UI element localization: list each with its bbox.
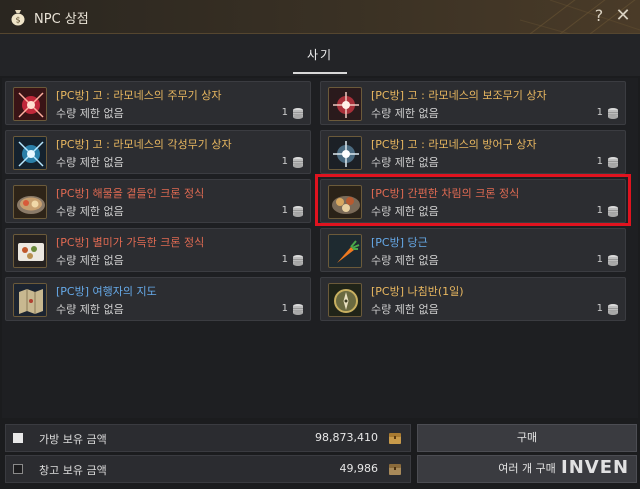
- coin-stack-icon: [293, 255, 303, 266]
- bag-funds-checkbox[interactable]: [13, 433, 23, 443]
- money-bag-icon: $: [11, 10, 25, 26]
- bag-chest-icon: [389, 433, 401, 444]
- item-name: [PC방] 별미가 가득한 크론 정식: [56, 236, 205, 249]
- delicacy-meal-icon: [13, 234, 47, 268]
- map-icon: [13, 283, 47, 317]
- help-button[interactable]: ?: [588, 5, 610, 27]
- red-weapon-box-icon: [13, 87, 47, 121]
- tab-bar: 사기: [0, 34, 640, 76]
- item-price: 1: [596, 303, 603, 314]
- item-name: [PC방] 고 : 라모네스의 방어구 상자: [371, 138, 537, 151]
- item-price: 1: [281, 303, 288, 314]
- item-limit: 수량 제한 없음: [56, 205, 124, 218]
- list-item[interactable]: [PC방] 별미가 가득한 크론 정식 수량 제한 없음 1: [5, 228, 311, 272]
- item-name: [PC방] 해물을 곁들인 크론 정식: [56, 187, 205, 200]
- list-item[interactable]: [PC방] 간편한 차림의 크론 정식 수량 제한 없음 1: [320, 179, 626, 223]
- coin-stack-icon: [608, 206, 618, 217]
- inven-watermark: INVEN: [561, 457, 630, 478]
- title-bar: $ NPC 상점 ? ✕: [0, 0, 640, 34]
- simple-meal-icon: [328, 185, 362, 219]
- close-button[interactable]: ✕: [612, 5, 634, 27]
- item-name: [PC방] 고 : 라모네스의 주무기 상자: [56, 89, 222, 102]
- bag-funds-value: 98,873,410: [315, 431, 378, 444]
- item-price: 1: [281, 156, 288, 167]
- buy-button[interactable]: 구매: [417, 424, 637, 452]
- coin-stack-icon: [608, 255, 618, 266]
- item-limit: 수량 제한 없음: [56, 107, 124, 120]
- coin-stack-icon: [293, 108, 303, 119]
- item-limit: 수량 제한 없음: [371, 254, 439, 267]
- list-item[interactable]: [PC방] 고 : 라모네스의 보조무기 상자 수량 제한 없음 1: [320, 81, 626, 125]
- storage-chest-icon: [389, 464, 401, 475]
- coin-stack-icon: [608, 304, 618, 315]
- tab-active-indicator: [293, 72, 347, 74]
- item-price: 1: [596, 107, 603, 118]
- window-title: NPC 상점: [34, 12, 89, 27]
- item-limit: 수량 제한 없음: [371, 156, 439, 169]
- item-name: [PC방] 당근: [371, 236, 428, 249]
- item-name: [PC방] 나침반(1일): [371, 285, 464, 298]
- item-price: 1: [596, 156, 603, 167]
- list-item[interactable]: [PC방] 고 : 라모네스의 방어구 상자 수량 제한 없음 1: [320, 130, 626, 174]
- compass-icon: [328, 283, 362, 317]
- item-name: [PC방] 고 : 라모네스의 보조무기 상자: [371, 89, 547, 102]
- item-price: 1: [596, 254, 603, 265]
- list-item[interactable]: [PC방] 해물을 곁들인 크론 정식 수량 제한 없음 1: [5, 179, 311, 223]
- item-name: [PC방] 여행자의 지도: [56, 285, 157, 298]
- coin-stack-icon: [293, 206, 303, 217]
- coin-stack-icon: [608, 108, 618, 119]
- storage-funds-value: 49,986: [339, 462, 379, 475]
- storage-funds-label: 창고 보유 금액: [39, 464, 107, 477]
- list-item[interactable]: [PC방] 고 : 라모네스의 각성무기 상자 수량 제한 없음 1: [5, 130, 311, 174]
- storage-funds-row[interactable]: 창고 보유 금액 49,986: [5, 455, 411, 483]
- item-limit: 수량 제한 없음: [56, 156, 124, 169]
- item-limit: 수량 제한 없음: [56, 303, 124, 316]
- bag-funds-row[interactable]: 가방 보유 금액 98,873,410: [5, 424, 411, 452]
- list-item[interactable]: [PC방] 나침반(1일) 수량 제한 없음 1: [320, 277, 626, 321]
- red-subweapon-box-icon: [328, 87, 362, 121]
- tab-buy[interactable]: 사기: [293, 46, 347, 63]
- item-limit: 수량 제한 없음: [371, 107, 439, 120]
- item-limit: 수량 제한 없음: [371, 303, 439, 316]
- item-price: 1: [281, 205, 288, 216]
- svg-text:$: $: [15, 16, 20, 25]
- item-price: 1: [596, 205, 603, 216]
- seafood-meal-icon: [13, 185, 47, 219]
- item-price: 1: [281, 254, 288, 265]
- item-limit: 수량 제한 없음: [56, 254, 124, 267]
- coin-stack-icon: [608, 157, 618, 168]
- list-item[interactable]: [PC방] 고 : 라모네스의 주무기 상자 수량 제한 없음 1: [5, 81, 311, 125]
- list-item[interactable]: [PC방] 당근 수량 제한 없음 1: [320, 228, 626, 272]
- carrot-icon: [328, 234, 362, 268]
- coin-stack-icon: [293, 157, 303, 168]
- bag-funds-label: 가방 보유 금액: [39, 433, 107, 446]
- blue-awakening-box-icon: [13, 136, 47, 170]
- coin-stack-icon: [293, 304, 303, 315]
- list-item[interactable]: [PC방] 여행자의 지도 수량 제한 없음 1: [5, 277, 311, 321]
- item-price: 1: [281, 107, 288, 118]
- item-name: [PC방] 간편한 차림의 크론 정식: [371, 187, 520, 200]
- blue-armor-box-icon: [328, 136, 362, 170]
- item-name: [PC방] 고 : 라모네스의 각성무기 상자: [56, 138, 232, 151]
- item-limit: 수량 제한 없음: [371, 205, 439, 218]
- storage-funds-checkbox[interactable]: [13, 464, 23, 474]
